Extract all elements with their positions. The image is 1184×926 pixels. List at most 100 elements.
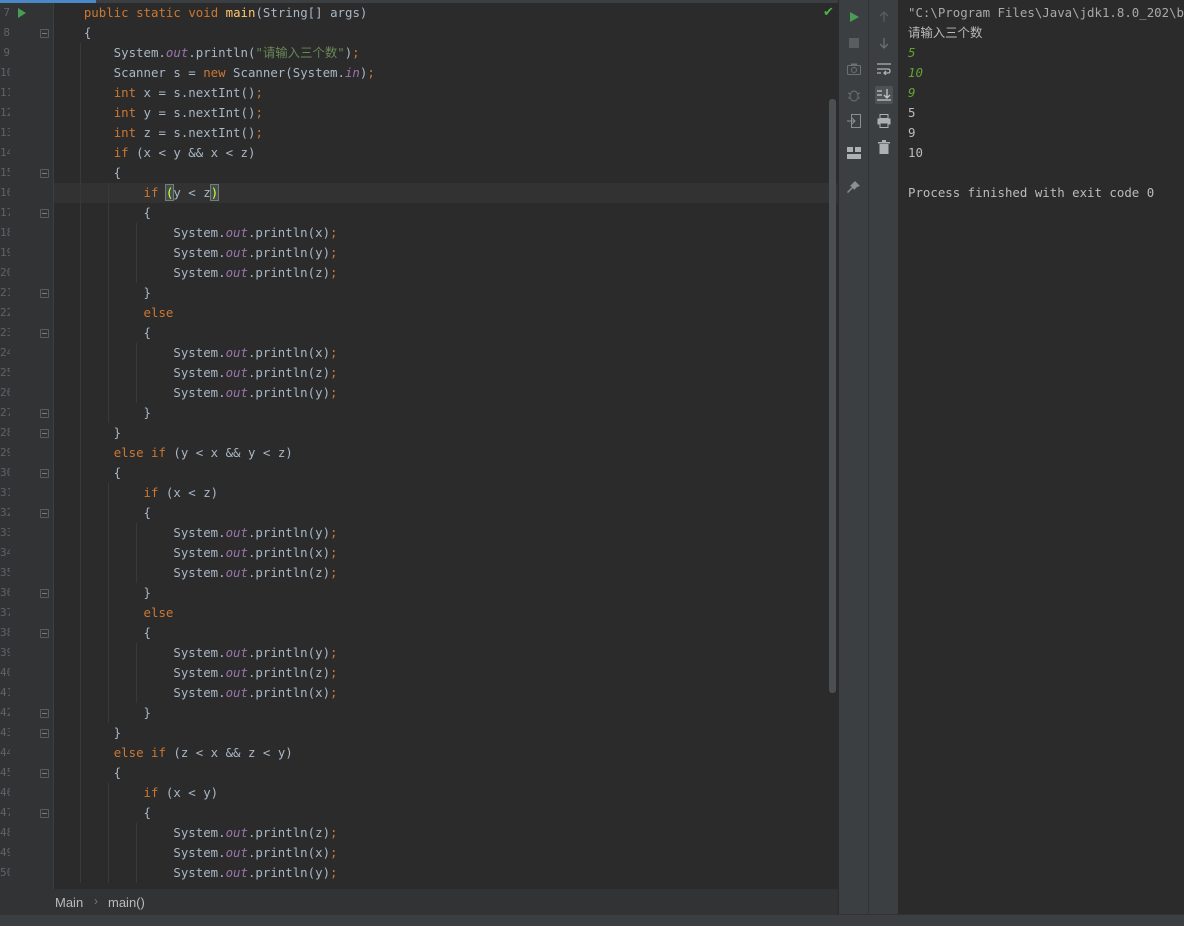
run-gutter-icon[interactable]	[18, 8, 26, 18]
code-line[interactable]: System.out.println(z);	[54, 363, 337, 383]
code-line[interactable]: System.out.println(y);	[54, 523, 337, 543]
code-line[interactable]: {	[54, 503, 151, 523]
fold-icon[interactable]	[40, 429, 49, 438]
code-line[interactable]: System.out.println(z);	[54, 663, 337, 683]
code-line[interactable]: System.out.println(z);	[54, 263, 337, 283]
code-line[interactable]: {	[54, 203, 151, 223]
fold-icon[interactable]	[40, 809, 49, 818]
scroll-to-end-icon[interactable]	[875, 86, 893, 104]
code-line[interactable]: {	[54, 163, 121, 183]
code-line[interactable]: {	[54, 23, 91, 43]
code-line[interactable]: }	[54, 703, 151, 723]
code-line[interactable]: System.out.println("请输入三个数");	[54, 43, 360, 63]
code-line[interactable]: System.out.println(x);	[54, 343, 337, 363]
line-number: 8	[3, 26, 10, 39]
code-line[interactable]: System.out.println(x);	[54, 683, 337, 703]
code-line[interactable]: public static void main(String[] args)	[54, 3, 368, 23]
code-line[interactable]: {	[54, 623, 151, 643]
code-line[interactable]: Scanner s = new Scanner(System.in);	[54, 63, 375, 83]
restore-layout-icon[interactable]	[845, 112, 863, 130]
line-number: 42	[0, 706, 10, 719]
debug-icon[interactable]	[845, 86, 863, 104]
trash-icon[interactable]	[875, 138, 893, 156]
down-arrow-icon[interactable]	[875, 34, 893, 52]
code-line[interactable]: else	[54, 603, 174, 623]
fold-icon[interactable]	[40, 209, 49, 218]
vertical-scrollbar[interactable]	[829, 99, 836, 693]
code-line[interactable]: }	[54, 403, 151, 423]
line-number: 10	[0, 66, 10, 79]
code-line[interactable]: System.out.println(z);	[54, 823, 337, 843]
code-line[interactable]: {	[54, 463, 121, 483]
line-number: 27	[0, 406, 10, 419]
breadcrumb-method[interactable]: main()	[108, 895, 145, 910]
code-line[interactable]: else if (z < x && z < y)	[54, 743, 293, 763]
fold-icon[interactable]	[40, 769, 49, 778]
fold-icon[interactable]	[40, 589, 49, 598]
fold-icon[interactable]	[40, 469, 49, 478]
breadcrumb: Main › main()	[0, 889, 838, 914]
code-line[interactable]: System.out.println(x);	[54, 543, 337, 563]
indent-guide	[136, 223, 137, 283]
indent-guide	[136, 823, 137, 883]
code-line[interactable]: System.out.println(x);	[54, 843, 337, 863]
code-line[interactable]: if (y < z)	[54, 183, 220, 203]
code-line[interactable]: {	[54, 323, 151, 343]
line-number: 19	[0, 246, 10, 259]
code-editor[interactable]: 7 8 9 10 11 12 13 14 15 16 17 18 19 20 21 22 23 24 25 26 27 2…	[0, 3, 838, 889]
line-number: 15	[0, 166, 10, 179]
fold-icon[interactable]	[40, 289, 49, 298]
code-line[interactable]: }	[54, 723, 121, 743]
indent-guide	[80, 43, 81, 883]
fold-icon[interactable]	[40, 729, 49, 738]
line-number: 36	[0, 586, 10, 599]
fold-icon[interactable]	[40, 29, 49, 38]
fold-icon[interactable]	[40, 629, 49, 638]
up-arrow-icon[interactable]	[875, 8, 893, 26]
indent-guide	[136, 523, 137, 583]
indent-guide	[108, 783, 109, 883]
fold-icon[interactable]	[40, 329, 49, 338]
breadcrumb-class[interactable]: Main	[55, 895, 83, 910]
camera-icon[interactable]	[845, 60, 863, 78]
code-line[interactable]: }	[54, 423, 121, 443]
code-line[interactable]: System.out.println(y);	[54, 243, 337, 263]
fold-icon[interactable]	[40, 169, 49, 178]
code-line[interactable]: if (x < y)	[54, 783, 219, 803]
line-number: 38	[0, 626, 10, 639]
console-output[interactable]: "C:\Program Files\Java\jdk1.8.0_202\bin\…	[898, 0, 1184, 914]
fold-icon[interactable]	[40, 709, 49, 718]
check-icon[interactable]: ✔	[823, 5, 834, 20]
line-number: 13	[0, 126, 10, 139]
code-line[interactable]: if (x < y && x < z)	[54, 143, 256, 163]
console-output-line: 9	[908, 125, 916, 140]
code-line[interactable]: int y = s.nextInt();	[54, 103, 263, 123]
code-line[interactable]: }	[54, 283, 151, 303]
code-line[interactable]: else if (y < x && y < z)	[54, 443, 293, 463]
rerun-icon[interactable]	[845, 8, 863, 26]
line-number: 12	[0, 106, 10, 119]
code-line[interactable]: }	[54, 583, 151, 603]
fold-icon[interactable]	[40, 509, 49, 518]
code-line[interactable]: System.out.println(y);	[54, 863, 337, 883]
code-line[interactable]: if (x < z)	[54, 483, 219, 503]
line-number: 22	[0, 306, 10, 319]
layout-icon[interactable]	[845, 144, 863, 162]
code-line[interactable]: int z = s.nextInt();	[54, 123, 263, 143]
code-line[interactable]: {	[54, 763, 121, 783]
pin-icon[interactable]	[845, 178, 863, 196]
code-line[interactable]: int x = s.nextInt();	[54, 83, 263, 103]
print-icon[interactable]	[875, 112, 893, 130]
fold-icon[interactable]	[40, 409, 49, 418]
code-line[interactable]: else	[54, 303, 174, 323]
soft-wrap-icon[interactable]	[875, 60, 893, 78]
code-line[interactable]: {	[54, 803, 151, 823]
console-output-line: 10	[908, 145, 923, 160]
run-toolbar	[838, 0, 868, 914]
code-line[interactable]: System.out.println(y);	[54, 643, 337, 663]
code-line[interactable]: System.out.println(z);	[54, 563, 337, 583]
code-line[interactable]: System.out.println(y);	[54, 383, 337, 403]
stop-icon[interactable]	[845, 34, 863, 52]
line-number: 28	[0, 426, 10, 439]
code-line[interactable]: System.out.println(x);	[54, 223, 337, 243]
